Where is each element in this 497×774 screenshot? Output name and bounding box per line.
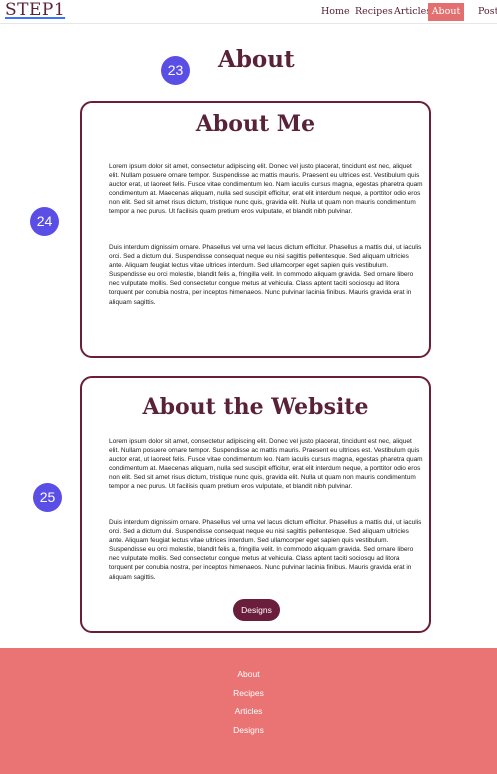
nav-post-link[interactable]: Post xyxy=(478,3,497,21)
annotation-badge-24: 24 xyxy=(30,207,59,236)
designs-button[interactable]: Designs xyxy=(233,599,280,621)
about-website-paragraph-2: Duis interdum dignissim ornare. Phasellu… xyxy=(109,519,422,581)
about-me-title: About Me xyxy=(195,111,316,137)
site-logo[interactable]: STEP1 xyxy=(5,0,65,20)
footer-recipes-link[interactable]: Recipes xyxy=(0,688,497,698)
nav-about-link-active[interactable]: About xyxy=(428,3,464,21)
top-navbar: STEP1 Home Recipes Articles About Post xyxy=(0,0,497,24)
about-website-card: About the Website Lorem ipsum dolor sit … xyxy=(80,376,431,633)
annotation-badge-23: 23 xyxy=(161,56,190,85)
nav-home-link[interactable]: Home xyxy=(321,3,350,21)
annotation-badge-25: 25 xyxy=(33,483,62,512)
page-title: About xyxy=(218,46,295,73)
footer-designs-link[interactable]: Designs xyxy=(0,725,497,735)
about-me-paragraph-1: Lorem ipsum dolor sit amet, consectetur … xyxy=(109,163,423,216)
about-me-card: About Me Lorem ipsum dolor sit amet, con… xyxy=(80,101,431,358)
nav-articles-link[interactable]: Articles xyxy=(394,3,431,21)
about-me-paragraph-2: Duis interdum dignissim ornare. Phasellu… xyxy=(109,244,422,306)
site-footer: About Recipes Articles Designs xyxy=(0,648,497,774)
about-website-paragraph-1: Lorem ipsum dolor sit amet, consectetur … xyxy=(109,438,423,491)
footer-articles-link[interactable]: Articles xyxy=(0,706,497,716)
nav-recipes-link[interactable]: Recipes xyxy=(355,3,393,21)
about-website-title: About the Website xyxy=(142,394,369,420)
footer-about-link[interactable]: About xyxy=(0,669,497,679)
